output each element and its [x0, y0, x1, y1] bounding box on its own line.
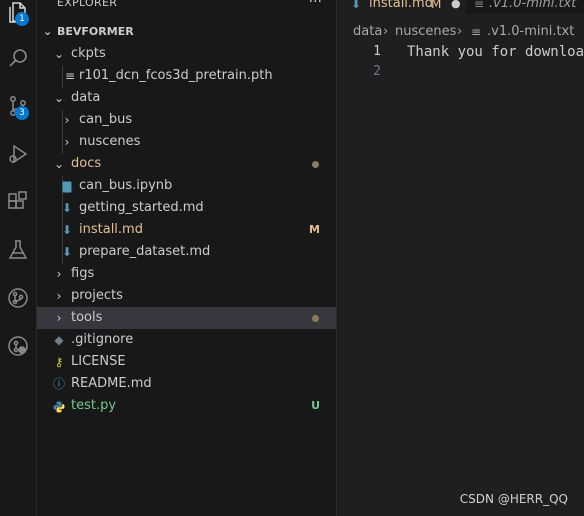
- tab-install-md[interactable]: ⬇ install.md M ●: [337, 0, 466, 14]
- explorer-badge: 1: [15, 12, 29, 26]
- tree-file-r101[interactable]: ≡ r101_dcn_fcos3d_pretrain.pth: [37, 65, 336, 87]
- editor-area: ⬇ install.md M ● ≡ .v1.0-mini.txt data ›…: [337, 0, 584, 516]
- tree-item-label: LICENSE: [71, 354, 126, 369]
- chevron-right-icon: ›: [56, 311, 62, 325]
- markdown-file-icon: ⬇: [61, 245, 73, 259]
- tree-file-test-py[interactable]: test.py U: [37, 395, 336, 417]
- tab-bar: ⬇ install.md M ● ≡ .v1.0-mini.txt: [337, 0, 584, 14]
- tree-folder-nuscenes[interactable]: › nuscenes: [37, 131, 336, 153]
- project-name: BEVFORMER: [57, 25, 134, 38]
- activity-bar: 1 3: [0, 0, 37, 516]
- markdown-file-icon: ⬇: [61, 223, 73, 237]
- project-root[interactable]: ⌄ BEVFORMER: [37, 22, 336, 42]
- markdown-file-icon: ⬇: [351, 0, 362, 11]
- tree-item-label: figs: [71, 266, 95, 281]
- git-file-icon: ◆: [54, 333, 64, 347]
- source-control-icon[interactable]: 3: [0, 88, 36, 124]
- breadcrumb-item[interactable]: .v1.0-mini.txt: [487, 22, 574, 42]
- tree-item-label: can_bus: [79, 112, 133, 127]
- tree-item-label: .gitignore: [71, 332, 134, 347]
- tree-item-label: nuscenes: [79, 134, 141, 149]
- tree-folder-projects[interactable]: › projects: [37, 285, 336, 307]
- line-number: 1: [373, 44, 381, 59]
- notebook-file-icon: [60, 175, 74, 197]
- tab-v1-mini-txt[interactable]: ≡ .v1.0-mini.txt: [467, 0, 584, 14]
- python-file-icon: [52, 395, 66, 417]
- modified-dot: [312, 161, 319, 168]
- scm-badge: 3: [15, 106, 29, 120]
- chevron-right-icon: ›: [383, 24, 389, 39]
- tree-item-label: projects: [71, 288, 123, 303]
- chevron-right-icon: ›: [64, 135, 70, 149]
- tree-item-label: r101_dcn_fcos3d_pretrain.pth: [79, 68, 273, 83]
- tab-label: .v1.0-mini.txt: [489, 0, 577, 11]
- tree-file-can-bus-ipynb[interactable]: can_bus.ipynb: [37, 175, 336, 197]
- chevron-down-icon: ⌄: [43, 25, 53, 38]
- tree-item-label: data: [71, 90, 101, 105]
- tree-file-prepare-dataset[interactable]: ⬇ prepare_dataset.md: [37, 241, 336, 263]
- text-file-icon: ≡: [471, 25, 482, 39]
- markdown-file-icon: ⬇: [61, 201, 73, 215]
- line-number: 2: [373, 64, 381, 79]
- explorer-sidebar: EXPLORER ··· ⌄ BEVFORMER ⌄ ckpts ≡ r101_…: [37, 0, 337, 516]
- chevron-down-icon: ⌄: [53, 157, 65, 171]
- tree-file-getting-started[interactable]: ⬇ getting_started.md: [37, 197, 336, 219]
- text-file-icon: ≡: [474, 0, 485, 11]
- breadcrumb-item[interactable]: nuscenes: [395, 22, 456, 42]
- tree-file-license[interactable]: ⚷ LICENSE: [37, 351, 336, 373]
- extensions-icon[interactable]: [0, 184, 36, 220]
- chevron-right-icon: ›: [56, 267, 62, 281]
- explorer-files-icon[interactable]: 1: [0, 0, 36, 30]
- tree-item-label: README.md: [71, 376, 152, 391]
- run-debug-icon[interactable]: [0, 136, 36, 172]
- watermark: CSDN @HERR_QQ: [459, 492, 568, 506]
- tree-item-label: install.md: [79, 222, 143, 237]
- git-graph-icon[interactable]: [0, 280, 36, 316]
- chevron-down-icon: ⌄: [53, 47, 65, 61]
- explorer-header: EXPLORER: [57, 0, 118, 9]
- unsaved-dot-icon[interactable]: ●: [451, 0, 461, 14]
- tree-folder-figs[interactable]: › figs: [37, 263, 336, 285]
- modified-dot: [312, 315, 319, 322]
- tree-item-label: tools: [71, 310, 103, 325]
- tab-label: install.md: [369, 0, 433, 11]
- chevron-right-icon: ›: [56, 289, 62, 303]
- tree-folder-data[interactable]: ⌄ data: [37, 87, 336, 109]
- text-file-icon: ≡: [64, 69, 76, 83]
- tree-item-label: docs: [71, 156, 102, 171]
- breadcrumb-item[interactable]: data: [353, 22, 382, 42]
- tree-item-label: test.py: [71, 398, 117, 413]
- tree-folder-tools[interactable]: › tools: [37, 307, 336, 329]
- tree-folder-docs[interactable]: ⌄ docs: [37, 153, 336, 175]
- tree-item-label: prepare_dataset.md: [79, 244, 211, 259]
- tree-item-label: can_bus.ipynb: [79, 178, 173, 193]
- chevron-right-icon: ›: [457, 24, 463, 39]
- remote-explorer-icon[interactable]: [0, 328, 36, 364]
- git-status-badge: M: [309, 223, 320, 236]
- tree-folder-ckpts[interactable]: ⌄ ckpts: [37, 43, 336, 65]
- tree-item-label: getting_started.md: [79, 200, 204, 215]
- tree-file-readme[interactable]: ⓘ README.md: [37, 373, 336, 395]
- tree-file-gitignore[interactable]: ◆ .gitignore: [37, 329, 336, 351]
- info-file-icon: ⓘ: [52, 377, 65, 391]
- tree-file-install[interactable]: ⬇ install.md M: [37, 219, 336, 241]
- license-file-icon: ⚷: [54, 355, 64, 369]
- tree-item-label: ckpts: [71, 46, 106, 61]
- tree-folder-can-bus[interactable]: › can_bus: [37, 109, 336, 131]
- more-actions-icon[interactable]: ···: [309, 0, 322, 10]
- search-icon[interactable]: [0, 40, 36, 76]
- chevron-down-icon: ⌄: [53, 91, 65, 105]
- testing-flask-icon[interactable]: [0, 232, 36, 268]
- chevron-right-icon: ›: [64, 113, 70, 127]
- tab-git-status: M: [431, 0, 442, 11]
- git-status-badge: U: [311, 399, 320, 412]
- code-line[interactable]: Thank you for downloa: [407, 42, 584, 62]
